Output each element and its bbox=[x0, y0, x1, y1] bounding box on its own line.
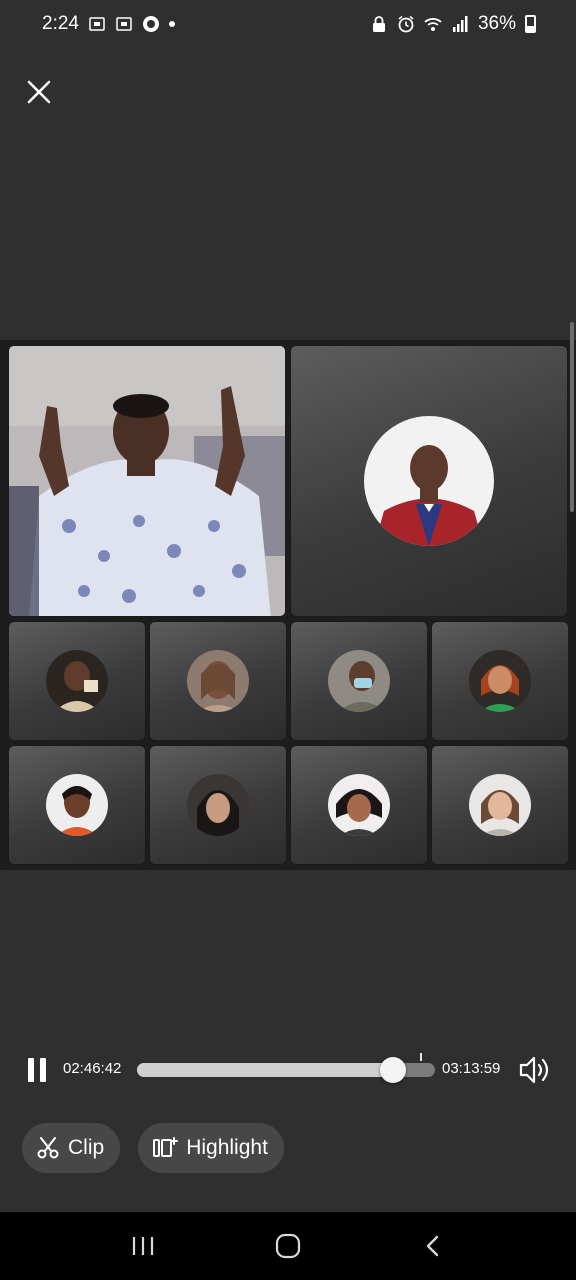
avatar-image bbox=[187, 774, 249, 836]
avatar-image bbox=[187, 650, 249, 712]
signal-icon bbox=[452, 16, 468, 32]
participant-tile bbox=[431, 745, 569, 865]
navigation-bar bbox=[0, 1212, 576, 1280]
highlight-label: Highlight bbox=[186, 1136, 268, 1159]
participant-avatar bbox=[46, 774, 108, 836]
recents-icon bbox=[132, 1237, 153, 1255]
pause-icon bbox=[28, 1058, 34, 1082]
total-time: 03:13:59 bbox=[442, 1060, 501, 1077]
participant-video-frame bbox=[9, 346, 285, 616]
back-button[interactable] bbox=[413, 1226, 453, 1266]
participant-avatar bbox=[328, 774, 390, 836]
participant-tile bbox=[149, 621, 287, 741]
alarm-icon bbox=[398, 15, 414, 33]
avatar-image bbox=[364, 416, 494, 546]
highlight-icon bbox=[153, 1137, 179, 1157]
app-notification-icon bbox=[142, 16, 159, 32]
battery-percent: 36% bbox=[477, 13, 516, 34]
close-icon bbox=[27, 80, 51, 104]
seek-progress bbox=[137, 1063, 394, 1077]
lock-icon bbox=[372, 16, 385, 32]
participant-video-main bbox=[8, 345, 286, 617]
seek-bar[interactable] bbox=[137, 1057, 435, 1083]
home-button[interactable] bbox=[268, 1226, 308, 1266]
participant-avatar bbox=[187, 650, 249, 712]
wifi-icon bbox=[424, 18, 442, 31]
participant-tile-featured bbox=[290, 345, 568, 617]
volume-button[interactable] bbox=[518, 1054, 552, 1086]
seek-handle[interactable] bbox=[380, 1057, 407, 1083]
close-button[interactable] bbox=[22, 74, 56, 110]
highlight-button[interactable]: Highlight bbox=[138, 1123, 284, 1173]
avatar-image bbox=[46, 774, 108, 836]
screen-record-icon bbox=[116, 17, 132, 31]
back-icon bbox=[427, 1235, 439, 1257]
participant-avatar bbox=[46, 650, 108, 712]
avatar-image bbox=[469, 774, 531, 836]
battery-icon bbox=[525, 15, 536, 33]
pause-button[interactable] bbox=[28, 1058, 52, 1084]
participant-tile bbox=[290, 745, 428, 865]
avatar-image bbox=[328, 650, 390, 712]
participant-avatar bbox=[469, 774, 531, 836]
clip-label: Clip bbox=[68, 1136, 105, 1159]
participant-tile bbox=[431, 621, 569, 741]
participant-avatar bbox=[469, 650, 531, 712]
status-right: 36% bbox=[370, 13, 536, 35]
clip-button[interactable]: Clip bbox=[22, 1123, 121, 1173]
seek-marker bbox=[420, 1053, 422, 1061]
status-bar: 2:24 36% bbox=[0, 0, 576, 48]
action-buttons: Clip Highlight bbox=[22, 1123, 284, 1173]
player-controls: 02:46:42 03:13:59 bbox=[0, 1050, 576, 1090]
current-time: 02:46:42 bbox=[63, 1060, 122, 1077]
dot-icon bbox=[168, 21, 175, 27]
participant-tile bbox=[290, 621, 428, 741]
participant-avatar bbox=[364, 416, 494, 546]
status-time: 2:24 bbox=[42, 13, 79, 34]
avatar-image bbox=[46, 650, 108, 712]
recents-button[interactable] bbox=[123, 1226, 163, 1266]
participant-tile bbox=[149, 745, 287, 865]
participant-avatar bbox=[328, 650, 390, 712]
avatar-image bbox=[328, 774, 390, 836]
scroll-indicator[interactable] bbox=[570, 322, 574, 512]
screen-record-icon bbox=[89, 17, 105, 31]
avatar-image bbox=[469, 650, 531, 712]
participant-tile bbox=[8, 745, 146, 865]
home-icon bbox=[275, 1233, 301, 1259]
scissors-icon bbox=[37, 1137, 59, 1159]
volume-icon bbox=[519, 1056, 549, 1084]
participant-avatar bbox=[187, 774, 249, 836]
participant-tile bbox=[8, 621, 146, 741]
status-left: 2:24 bbox=[42, 13, 175, 35]
